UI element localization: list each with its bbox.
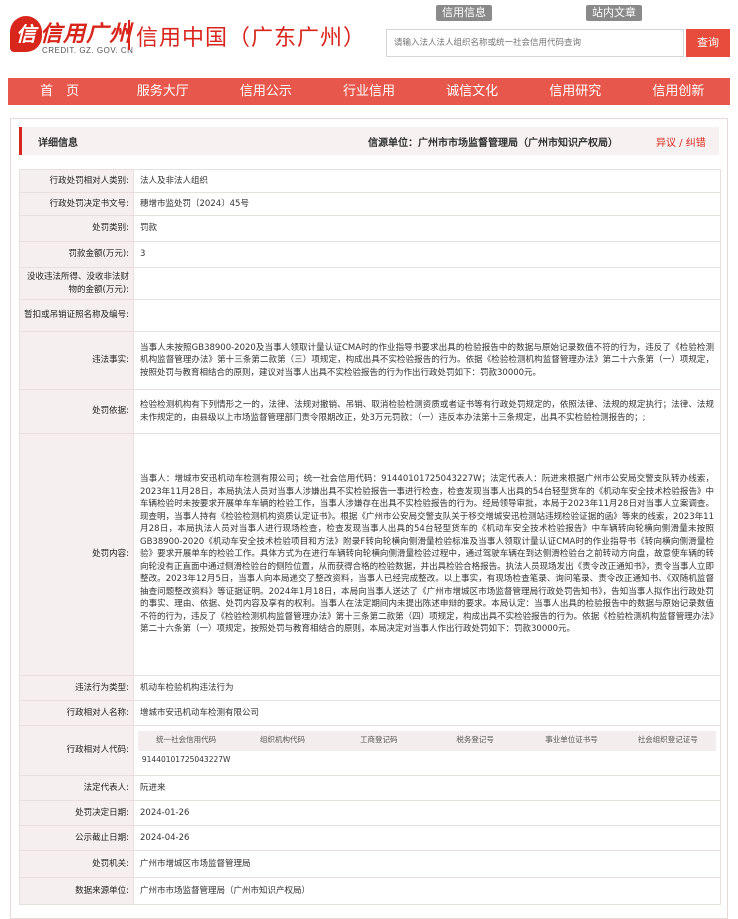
site-header: 信 信用广州 CREDIT. GZ. GOV. CN 信用中国（广东广州） 信用…	[0, 0, 738, 76]
title-divider	[128, 20, 130, 50]
site-title: 信用中国（广东广州）	[136, 26, 367, 51]
table-row: 处罚机关: 广州市增城区市场监督管理局	[19, 850, 721, 878]
table-row: 处罚内容: 当事人：增城市安迅机动车检测有限公司；统一社会信用代码：914401…	[19, 433, 721, 676]
table-row: 没收违法所得、没收非法财物的金额(万元):	[19, 267, 721, 300]
table-row: 罚款金额(万元): 3	[19, 241, 721, 268]
field-label: 暂扣或吊销证照名称及编号:	[19, 299, 134, 332]
detail-heading: 详细信息	[38, 138, 78, 149]
field-value	[133, 267, 721, 300]
code-header: 组织机构代码	[234, 730, 331, 751]
field-value	[133, 299, 721, 332]
credit-info-link[interactable]: 信用信息	[436, 5, 492, 21]
code-header: 税务登记号	[426, 730, 524, 751]
table-row: 违法事实: 当事人未按照GB38900-2020及当事人领取计量认证CMA时的作…	[19, 331, 721, 390]
code-value	[427, 751, 523, 771]
field-value: 阮进来	[133, 775, 721, 801]
nav-credit-publicity[interactable]: 信用公示	[214, 78, 317, 105]
table-row: 行政相对人代码: 统一社会信用代码 组织机构代码 工商登记码 税务登记号 事业单…	[19, 725, 721, 776]
main-nav: 首 页 服务大厅 信用公示 行业信用 诚信文化 信用研究 信用创新	[8, 78, 730, 105]
code-value	[331, 751, 427, 771]
site-articles-link[interactable]: 站内文章	[586, 5, 642, 21]
field-label: 行政处罚决定书文号:	[19, 192, 134, 216]
code-header: 统一社会信用代码	[138, 730, 235, 751]
code-value: 91440101725043227W	[141, 755, 231, 765]
code-header: 工商登记码	[330, 730, 427, 751]
field-value: 3	[133, 241, 721, 268]
logo-mark-icon: 信	[10, 16, 42, 52]
field-label: 罚款金额(万元):	[19, 241, 134, 268]
nav-service-hall[interactable]: 服务大厅	[111, 78, 214, 105]
field-value: 增城市安迅机动车检测有限公司	[133, 700, 721, 726]
code-table: 统一社会信用代码 组织机构代码 工商登记码 税务登记号 事业单位证书号 社会组织…	[138, 730, 716, 771]
search-input[interactable]	[387, 30, 683, 56]
nav-integrity-culture[interactable]: 诚信文化	[421, 78, 524, 105]
nav-industry-credit[interactable]: 行业信用	[317, 78, 420, 105]
field-value: 罚款	[133, 215, 721, 242]
field-label: 违法事实:	[19, 331, 134, 390]
field-label: 行政相对人代码:	[19, 725, 134, 776]
search-box	[386, 29, 684, 57]
field-label: 处罚决定日期:	[19, 800, 134, 826]
penalty-info-table: 行政处罚相对人类别: 法人及非法人组织 行政处罚决定书文号: 穗增市监处罚〔20…	[19, 169, 721, 905]
table-row: 处罚类别: 罚款	[19, 215, 721, 242]
code-value	[523, 751, 619, 771]
field-value: 检验检测机构有下列情形之一的，法律、法规对撤销、吊销、取消检验检测资质或者证书等…	[133, 389, 721, 434]
nav-credit-research[interactable]: 信用研究	[524, 78, 627, 105]
nav-home[interactable]: 首 页	[8, 78, 111, 105]
field-label: 行政相对人名称:	[19, 700, 134, 726]
field-value: 穗增市监处罚〔2024〕45号	[133, 192, 721, 216]
field-label: 法定代表人:	[19, 775, 134, 801]
table-row: 行政相对人名称: 增城市安迅机动车检测有限公司	[19, 700, 721, 726]
field-value: 当事人：增城市安迅机动车检测有限公司；统一社会信用代码：914401017250…	[133, 433, 721, 676]
code-value	[234, 751, 330, 771]
code-table-header: 统一社会信用代码 组织机构代码 工商登记码 税务登记号 事业单位证书号 社会组织…	[138, 730, 716, 751]
table-row: 法定代表人: 阮进来	[19, 775, 721, 801]
site-logo[interactable]: 信 信用广州 CREDIT. GZ. GOV. CN	[10, 14, 134, 60]
table-row: 公示截止日期: 2024-04-26	[19, 825, 721, 851]
table-row: 违法行为类型: 机动车检验机构违法行为	[19, 675, 721, 701]
table-row: 行政处罚决定书文号: 穗增市监处罚〔2024〕45号	[19, 192, 721, 216]
field-label: 处罚类别:	[19, 215, 134, 242]
table-row: 处罚决定日期: 2024-01-26	[19, 800, 721, 826]
table-row: 暂扣或吊销证照名称及编号:	[19, 299, 721, 332]
code-header: 事业单位证书号	[523, 730, 620, 751]
field-label: 违法行为类型:	[19, 675, 134, 701]
code-value	[620, 751, 716, 771]
source-unit: 信源单位：广州市市场监督管理局（广州市知识产权局）	[368, 138, 618, 149]
field-label: 处罚依据:	[19, 389, 134, 434]
field-label: 公示截止日期:	[19, 825, 134, 851]
field-value: 2024-01-26	[133, 800, 721, 826]
search-button[interactable]: 查询	[686, 29, 730, 57]
field-value: 广州市增城区市场监督管理局	[133, 850, 721, 878]
detail-panel: 详细信息 信源单位：广州市市场监督管理局（广州市知识产权局） 异议 / 纠错 行…	[10, 118, 728, 919]
field-label: 处罚内容:	[19, 433, 134, 676]
table-row: 行政处罚相对人类别: 法人及非法人组织	[19, 169, 721, 193]
nav-credit-innovation[interactable]: 信用创新	[627, 78, 730, 105]
field-value: 广州市市场监督管理局（广州市知识产权局）	[133, 877, 721, 905]
code-table-values: 91440101725043227W	[138, 751, 716, 771]
detail-header-bar: 详细信息 信源单位：广州市市场监督管理局（广州市知识产权局） 异议 / 纠错	[19, 127, 719, 155]
field-label: 没收违法所得、没收非法财物的金额(万元):	[19, 267, 134, 300]
field-label: 数据来源单位:	[19, 877, 134, 905]
logo-text: 信用广州	[40, 22, 133, 47]
field-label: 处罚机关:	[19, 850, 134, 878]
field-value: 当事人未按照GB38900-2020及当事人领取计量认证CMA时的作业指导书要求…	[133, 331, 721, 390]
code-header: 社会组织登记证号	[619, 730, 716, 751]
field-value: 2024-04-26	[133, 825, 721, 851]
field-value: 机动车检验机构违法行为	[133, 675, 721, 701]
table-row: 数据来源单位: 广州市市场监督管理局（广州市知识产权局）	[19, 877, 721, 905]
field-value: 法人及非法人组织	[133, 169, 721, 193]
logo-domain: CREDIT. GZ. GOV. CN	[42, 46, 134, 55]
objection-link[interactable]: 异议 / 纠错	[656, 134, 706, 149]
table-row: 处罚依据: 检验检测机构有下列情形之一的，法律、法规对撤销、吊销、取消检验检测资…	[19, 389, 721, 434]
field-value: 统一社会信用代码 组织机构代码 工商登记码 税务登记号 事业单位证书号 社会组织…	[133, 725, 721, 776]
field-label: 行政处罚相对人类别:	[19, 169, 134, 193]
